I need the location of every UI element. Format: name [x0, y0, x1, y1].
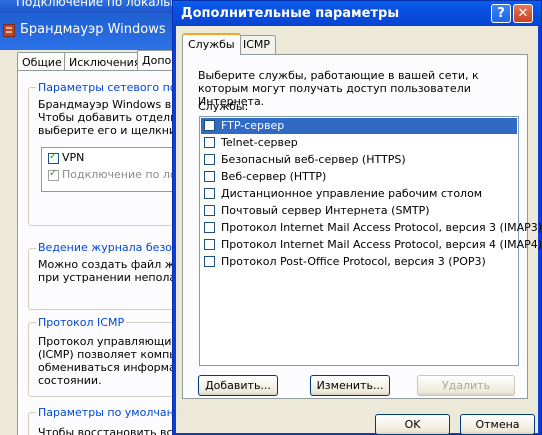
dialog-title: Дополнительные параметры — [181, 6, 400, 21]
service-item-imap4[interactable]: Протокол Internet Mail Access Protocol, … — [201, 237, 542, 253]
firewall-header: Брандмауэр Windows — [0, 13, 186, 50]
icmp-line: (ICMP) позволяет компьют — [38, 348, 186, 361]
icmp-line: обмениваться информаци — [38, 361, 186, 374]
icmp-line: Протокол управляющих со — [38, 335, 186, 348]
services-list[interactable]: FTP-сервер Telnet-сервер Безопасный веб-… — [199, 116, 542, 366]
firewall-header-title: Брандмауэр Windows — [20, 22, 166, 37]
delete-button[interactable]: Удалить — [417, 375, 515, 396]
logging-line: при устранении неполадо — [38, 271, 186, 284]
lan-checkbox[interactable] — [48, 168, 59, 181]
network-settings-line: выберите его и щелкните — [38, 124, 186, 137]
help-button[interactable]: ? — [491, 4, 511, 23]
service-label: Протокол Internet Mail Access Protocol, … — [221, 238, 542, 251]
tab-icmp[interactable]: ICMP — [237, 35, 277, 54]
dialog-titlebar[interactable]: Дополнительные параметры ? ✕ — [173, 1, 541, 26]
lan-label: Подключение по лока — [62, 168, 186, 181]
service-label: Безопасный веб-сервер (HTTPS) — [221, 153, 406, 166]
service-item-http[interactable]: Веб-сервер (HTTP) — [201, 169, 517, 185]
service-checkbox[interactable] — [204, 120, 215, 131]
service-label: Веб-сервер (HTTP) — [221, 170, 327, 183]
tab-services[interactable]: Службы — [182, 33, 241, 55]
service-label: Дистанционное управление рабочим столом — [221, 187, 483, 200]
services-tab-panel: Выберите службы, работающие в вашей сети… — [182, 54, 542, 399]
network-settings-line: Брандмауэр Windows вкл — [38, 98, 185, 111]
service-label: FTP-сервер — [221, 119, 285, 132]
service-item-telnet[interactable]: Telnet-сервер — [201, 135, 517, 151]
icmp-title: Протокол ICMP — [36, 316, 127, 329]
service-item-pop3[interactable]: Протокол Post-Office Protocol, версия 3 … — [201, 254, 517, 270]
service-item-rdp[interactable]: Дистанционное управление рабочим столом — [201, 186, 517, 202]
vpn-checkbox[interactable] — [48, 151, 59, 164]
logging-line: Можно создать файл журн — [38, 258, 186, 271]
service-checkbox[interactable] — [204, 154, 215, 165]
service-checkbox[interactable] — [204, 171, 215, 182]
defaults-line: Чтобы восстановить все — [38, 426, 180, 435]
firewall-icon — [3, 24, 15, 37]
service-item-https[interactable]: Безопасный веб-сервер (HTTPS) — [201, 152, 517, 168]
dialog-body: Службы ICMP Выберите службы, работающие … — [176, 26, 542, 435]
close-button[interactable]: ✕ — [513, 4, 533, 23]
tab-exceptions[interactable]: Исключения — [64, 52, 146, 71]
advanced-settings-dialog: Дополнительные параметры ? ✕ Службы ICMP… — [172, 0, 542, 435]
service-checkbox[interactable] — [204, 205, 215, 216]
service-item-imap3[interactable]: Протокол Internet Mail Access Protocol, … — [201, 220, 542, 236]
edit-button[interactable]: Изменить... — [310, 375, 390, 396]
service-label: Протокол Post-Office Protocol, версия 3 … — [221, 255, 486, 268]
vpn-label: VPN — [62, 151, 85, 164]
firewall-window: Подключение по локальной Брандмауэр Wind… — [0, 0, 186, 435]
network-settings-line: Чтобы добавить отдельно — [38, 111, 186, 124]
service-label: Telnet-сервер — [221, 136, 298, 149]
tab-general[interactable]: Общие — [17, 52, 67, 71]
defaults-title: Параметры по умолчанию — [36, 406, 186, 419]
ok-button[interactable]: OK — [375, 414, 450, 435]
service-label: Почтовый сервер Интернета (SMTP) — [221, 204, 430, 217]
services-label: Службы: — [198, 100, 249, 113]
tab-advanced[interactable]: Допо — [137, 50, 177, 71]
cancel-button[interactable]: Отмена — [460, 414, 535, 435]
service-item-ftp[interactable]: FTP-сервер — [201, 118, 517, 134]
network-settings-title: Параметры сетевого подк — [36, 81, 186, 94]
service-item-smtp[interactable]: Почтовый сервер Интернета (SMTP) — [201, 203, 517, 219]
logging-title: Ведение журнала безопас — [36, 241, 186, 254]
service-checkbox[interactable] — [204, 188, 215, 199]
service-checkbox[interactable] — [204, 239, 215, 250]
add-button[interactable]: Добавить... — [198, 375, 278, 396]
service-checkbox[interactable] — [204, 137, 215, 148]
icmp-line: состоянии. — [38, 374, 102, 387]
service-checkbox[interactable] — [204, 222, 215, 233]
firewall-window-titlebar[interactable]: Подключение по локальной — [0, 0, 186, 13]
service-checkbox[interactable] — [204, 256, 215, 267]
firewall-window-title: Подключение по локальной — [16, 0, 186, 9]
service-label: Протокол Internet Mail Access Protocol, … — [221, 221, 542, 234]
